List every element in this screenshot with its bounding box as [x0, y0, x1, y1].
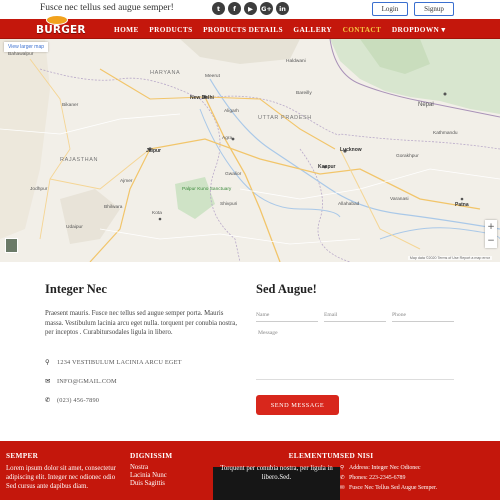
contact-email-text[interactable]: INFO@GMAIL.COM [57, 378, 117, 385]
map-label: Kathmandu [433, 131, 458, 136]
envelope-icon: ✉ [340, 485, 345, 491]
map-label: Ajmer [120, 179, 133, 184]
form-title: Sed Augue! [256, 282, 317, 296]
footer-heading: SED NISI [340, 451, 374, 460]
map-label: Agra [222, 136, 233, 141]
contact-form: Sed Augue! Name Email Phone Message SEND… [256, 282, 456, 415]
footer-link[interactable]: Lacinia Nunc [130, 472, 210, 480]
map-label: UTTAR PRADESH [258, 115, 312, 121]
map-label: Bahawalpur [8, 52, 34, 57]
footer-phone-text: Phones: 223-2345-6789 [349, 475, 406, 481]
footer-col-elementum: ELEMENTUM Torquent per conubia nostra, p… [213, 451, 340, 482]
header-tagline: Fusce nec tellus sed augue semper! [40, 3, 174, 13]
social-links: t f ▶ G+ in [212, 2, 289, 15]
map-label: Allahabad [338, 202, 360, 207]
burger-logo[interactable]: BURGER [32, 15, 86, 39]
logo-text: BURGER [36, 24, 86, 36]
map-attribution: Map data ©2020 Terms of Use Report a map… [407, 256, 492, 260]
message-textarea[interactable]: Message [256, 330, 454, 380]
footer-link[interactable]: Nostra [130, 464, 210, 472]
youtube-icon[interactable]: ▶ [244, 2, 257, 15]
map-label: Kanpur [318, 164, 336, 170]
contact-address-text: 1234 VESTIBULUM LACINIA ARCU EGET [57, 358, 182, 366]
map-label: Bareilly [296, 91, 312, 96]
footer-text: Lorem ipsum dolor sit amet, consectetur … [6, 465, 116, 490]
footer-note-text: Fusce Nec Tellus Sed Augue Semper. [349, 485, 438, 491]
name-input[interactable]: Name [256, 312, 318, 322]
zoom-out-icon[interactable]: − [487, 236, 495, 246]
map-label: Bhilwara [104, 205, 123, 210]
map-label: Meerut [205, 74, 220, 79]
map-label: Bikaner [62, 103, 79, 108]
nav-item-home[interactable]: HOME [114, 25, 139, 34]
map-zoom-control: + − [485, 220, 497, 248]
footer-heading: SEMPER [6, 451, 39, 460]
google-plus-icon[interactable]: G+ [260, 2, 273, 15]
contact-phone-text: (023) 456-7890 [57, 396, 100, 404]
nav-item-contact[interactable]: CONTACT [343, 25, 382, 34]
signup-button[interactable]: Signup [414, 2, 454, 16]
contact-title: Integer Nec [45, 282, 107, 296]
map-label: Palpur Kuno Sanctuary [182, 187, 232, 192]
map-marker-icon: ⚲ [45, 358, 50, 366]
nav-item-products[interactable]: PRODUCTS [149, 25, 192, 34]
map-marker-icon: ⚲ [340, 465, 345, 471]
main-navbar: BURGER HOME PRODUCTS PRODUCTS DETAILS GA… [0, 15, 500, 39]
footer-text: Torquent per conubia nostra, per ligula … [220, 465, 333, 481]
map-label: RAJASTHAN [60, 157, 99, 163]
map-label: Gorakhpur [396, 154, 419, 159]
view-larger-map-link[interactable]: View larger map [4, 42, 49, 52]
nav-item-gallery[interactable]: GALLERY [293, 25, 332, 34]
map-label: Jodhpur [30, 187, 48, 192]
footer-address-text: Address: Integer Nec Odionec [349, 465, 421, 471]
street-view-icon[interactable] [5, 238, 18, 253]
footer-link[interactable]: Duis Sagittis [130, 480, 210, 488]
map-label: Nepal [418, 102, 434, 108]
send-message-button[interactable]: SEND MESSAGE [256, 395, 339, 415]
footer-address: ⚲ Address: Integer Nec Odionec [340, 463, 500, 473]
map-label: Haldwani [286, 59, 306, 64]
nav-item-dropdown[interactable]: DROPDOWN ▾ [392, 25, 446, 34]
facebook-icon[interactable]: f [228, 2, 241, 15]
twitter-icon[interactable]: t [212, 2, 225, 15]
contact-info: Integer Nec Praesent mauris. Fusce nec t… [45, 282, 245, 404]
contact-email: ✉ INFO@GMAIL.COM [45, 377, 117, 385]
map-label: HARYANA [150, 70, 181, 76]
map-label: Patna [455, 202, 469, 208]
map-label: Gwalior [225, 172, 242, 177]
footer-note: ✉ Fusce Nec Tellus Sed Augue Semper. [340, 483, 500, 493]
footer-col-dignissim: DIGNISSIM Nostra Lacinia Nunc Duis Sagit… [130, 451, 210, 489]
contact-phone: ✆ (023) 456-7890 [45, 396, 99, 404]
embedded-map[interactable]: View larger map Bahawalpur HARYANA Meeru… [0, 39, 500, 262]
map-label: Shivpuri [220, 202, 238, 207]
map-label: Aligarh [224, 109, 239, 114]
map-label: Lucknow [340, 147, 362, 153]
footer-heading: ELEMENTUM [288, 451, 340, 460]
email-input[interactable]: Email [324, 312, 386, 322]
contact-description: Praesent mauris. Fusce nec tellus sed au… [45, 310, 238, 336]
map-label: Jaipur [146, 148, 162, 154]
footer-phone: ✆ Phones: 223-2345-6789 [340, 473, 500, 483]
footer-col-semper: SEMPER Lorem ipsum dolor sit amet, conse… [6, 451, 126, 491]
login-button[interactable]: Login [372, 2, 408, 16]
contact-address: ⚲ 1234 VESTIBULUM LACINIA ARCU EGET [45, 358, 182, 366]
map-label: New Delhi [190, 95, 214, 101]
phone-icon: ✆ [45, 396, 51, 404]
phone-icon: ✆ [340, 475, 345, 481]
envelope-icon: ✉ [45, 377, 51, 385]
footer-heading: DIGNISSIM [130, 451, 173, 460]
linkedin-icon[interactable]: in [276, 2, 289, 15]
phone-input[interactable]: Phone [392, 312, 454, 322]
nav-item-products-details[interactable]: PRODUCTS DETAILS [203, 25, 283, 34]
zoom-in-icon[interactable]: + [487, 222, 495, 232]
map-label: Varanasi [390, 197, 409, 202]
nav-menu: HOME PRODUCTS PRODUCTS DETAILS GALLERY C… [114, 19, 456, 39]
map-label: Udaipur [66, 225, 83, 230]
footer: SEMPER Lorem ipsum dolor sit amet, conse… [0, 441, 500, 500]
map-label: Kota [152, 211, 162, 216]
footer-col-sed-nisi: SED NISI ⚲ Address: Integer Nec Odionec … [340, 451, 500, 493]
